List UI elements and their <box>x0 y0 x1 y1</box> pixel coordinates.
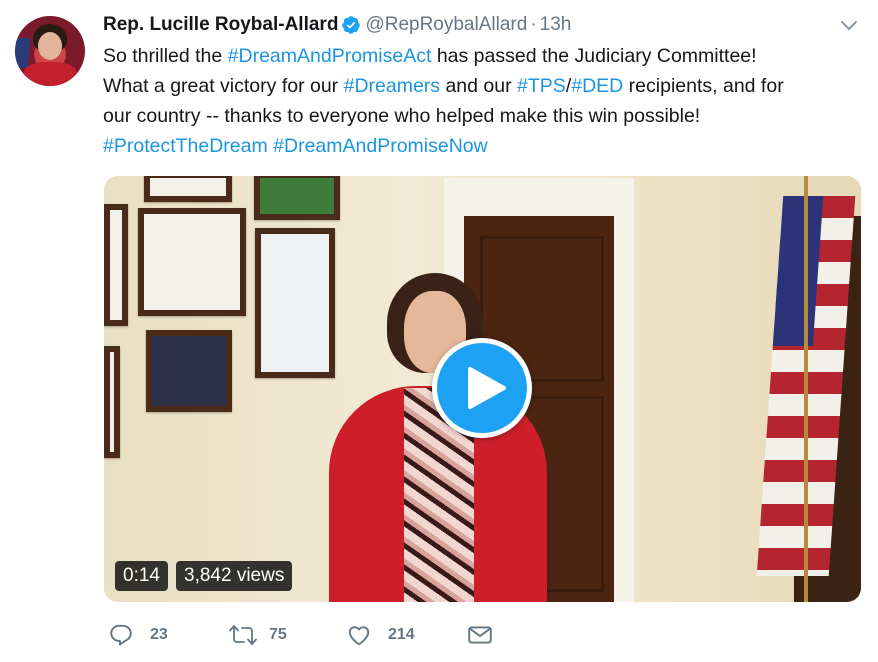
wall-photo <box>138 208 246 316</box>
chevron-down-icon[interactable] <box>838 16 860 36</box>
hashtag-link[interactable]: #TPS <box>517 75 566 97</box>
header-separator: · <box>530 14 537 35</box>
view-count: 3,842 views <box>176 561 293 591</box>
tweet-header: Rep. Lucille Roybal-Allard @RepRoybalAlla… <box>103 14 863 42</box>
retweet-icon <box>229 625 257 645</box>
tweet-text-segment: What a great victory for our <box>103 75 344 97</box>
wall-photo <box>104 204 128 326</box>
dm-icon <box>468 626 492 644</box>
hashtag-link[interactable]: #ProtectTheDream <box>103 135 268 157</box>
avatar-body <box>23 62 77 86</box>
hashtag-link[interactable]: #DED <box>571 75 623 97</box>
tweet-text-segment: recipients, and for <box>623 75 784 97</box>
verified-icon <box>341 15 361 35</box>
like-icon <box>348 626 370 646</box>
tweet-timestamp[interactable]: 13h <box>540 14 572 35</box>
reply-icon <box>110 624 132 646</box>
play-icon <box>468 367 506 409</box>
author-avatar[interactable] <box>15 16 85 86</box>
avatar-flag <box>15 38 31 68</box>
play-button[interactable] <box>432 338 532 438</box>
tweet-text-segment: has passed the Judiciary Committee! <box>431 45 757 67</box>
tweet-text-line: What a great victory for our #Dreamers a… <box>103 71 873 101</box>
avatar-face <box>38 32 62 60</box>
tweet-text-line: our country -- thanks to everyone who he… <box>103 101 873 131</box>
wall-photo <box>146 330 232 412</box>
reply-count: 23 <box>150 626 168 643</box>
tweet-text-segment: and our <box>440 75 518 97</box>
flag-pole <box>804 176 808 602</box>
video-duration: 0:14 <box>115 561 168 591</box>
hashtag-link[interactable]: #Dreamers <box>344 75 440 97</box>
tweet-text-segment: our country -- thanks to everyone who he… <box>103 105 701 127</box>
hashtag-link[interactable]: #DreamAndPromiseAct <box>228 45 432 67</box>
tweet-text: So thrilled the #DreamAndPromiseAct has … <box>103 41 873 161</box>
wall-photo <box>104 346 120 458</box>
wall-photo <box>254 176 340 220</box>
like-count: 214 <box>388 626 415 643</box>
wall-photo <box>144 176 232 202</box>
author-handle[interactable]: @RepRoybalAllard <box>365 14 527 35</box>
tweet-text-line: #ProtectTheDream #DreamAndPromiseNow <box>103 131 873 161</box>
tweet-text-segment: So thrilled the <box>103 45 228 67</box>
tweet-text-line: So thrilled the #DreamAndPromiseAct has … <box>103 41 873 71</box>
author-name[interactable]: Rep. Lucille Roybal-Allard <box>103 14 338 35</box>
hashtag-link[interactable]: #DreamAndPromiseNow <box>273 135 488 157</box>
video-player[interactable]: 0:14 3,842 views <box>104 176 861 602</box>
retweet-count: 75 <box>269 626 287 643</box>
wall-poster <box>255 228 335 378</box>
